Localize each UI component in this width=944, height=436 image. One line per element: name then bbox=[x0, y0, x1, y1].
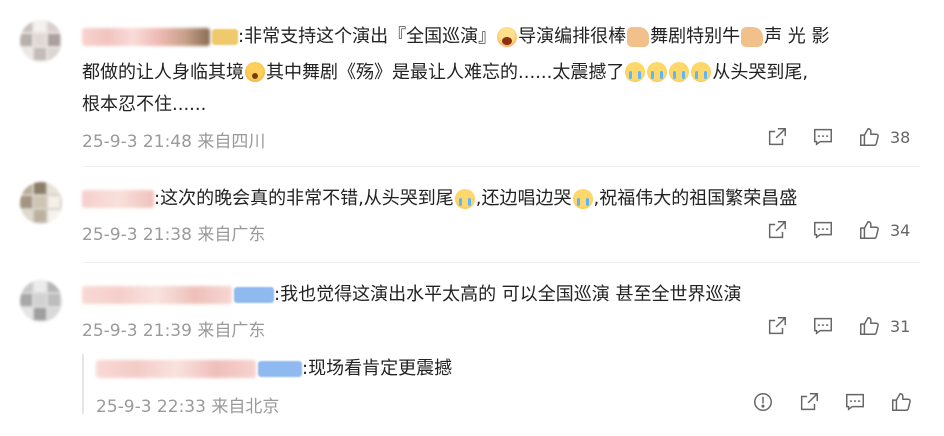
user-badge bbox=[234, 287, 274, 303]
comment-text: ,还边唱边哭 bbox=[475, 188, 572, 209]
astonished-face-emoji bbox=[245, 62, 265, 82]
report-icon[interactable] bbox=[750, 389, 776, 415]
crying-face-emoji bbox=[572, 189, 593, 209]
like-icon[interactable] bbox=[856, 313, 882, 339]
crying-face-emoji bbox=[691, 62, 712, 82]
thumbs-up-emoji bbox=[741, 27, 764, 47]
comment-line-1: :非常支持这个演出『全国巡演』 导演编排很棒 舞剧特别牛 声 光 影 bbox=[82, 24, 830, 50]
share-icon[interactable] bbox=[764, 217, 790, 243]
crying-face-emoji bbox=[647, 62, 668, 82]
user-badge bbox=[258, 361, 302, 377]
comment-timestamp: 25-9-3 21:48 来自四川 bbox=[82, 132, 266, 152]
share-icon[interactable] bbox=[764, 124, 790, 150]
comment-line-3: 根本忍不住...... bbox=[82, 92, 206, 118]
comment-icon[interactable] bbox=[810, 313, 836, 339]
screaming-face-emoji bbox=[497, 27, 518, 47]
username-blurred[interactable] bbox=[82, 28, 210, 46]
share-icon[interactable] bbox=[764, 313, 790, 339]
comment-text: :这次的晚会真的非常不错,从头哭到尾 bbox=[154, 188, 454, 209]
comment-text: :非常支持这个演出『全国巡演』 bbox=[238, 26, 497, 47]
reply-line-1: :现场看肯定更震撼 bbox=[96, 356, 452, 382]
like-count: 31 bbox=[890, 316, 911, 336]
comment-text: 其中舞剧《殇》是最让人难忘的......太震撼了 bbox=[266, 62, 625, 83]
like-icon[interactable] bbox=[856, 217, 882, 243]
comment-icon[interactable] bbox=[842, 389, 868, 415]
username-blurred[interactable] bbox=[82, 190, 154, 208]
comment-timestamp: 25-9-3 21:38 来自广东 bbox=[82, 225, 266, 245]
crying-face-emoji bbox=[669, 62, 690, 82]
username-blurred[interactable] bbox=[96, 360, 256, 378]
reply-text: :现场看肯定更震撼 bbox=[302, 358, 453, 379]
crying-face-emoji bbox=[625, 62, 646, 82]
username-blurred[interactable] bbox=[82, 286, 232, 304]
comment-actions: 31 bbox=[744, 313, 910, 339]
like-icon[interactable] bbox=[888, 389, 914, 415]
share-icon[interactable] bbox=[796, 389, 822, 415]
comment-timestamp: 25-9-3 21:39 来自广东 bbox=[82, 321, 266, 341]
comment-text: 根本忍不住...... bbox=[82, 94, 207, 115]
comment-actions: 38 bbox=[744, 124, 910, 150]
comment-text: 从头哭到尾, bbox=[712, 62, 809, 83]
comment-icon[interactable] bbox=[810, 217, 836, 243]
comment-line-1: :这次的晚会真的非常不错,从头哭到尾 ,还边唱边哭 ,祝福伟大的祖国繁荣昌盛 bbox=[82, 186, 797, 212]
divider bbox=[82, 262, 920, 263]
avatar[interactable] bbox=[20, 20, 62, 62]
comment-text: ,祝福伟大的祖国繁荣昌盛 bbox=[593, 188, 798, 209]
comment-text: 导演编排很棒 bbox=[518, 26, 627, 47]
crying-face-emoji bbox=[454, 189, 475, 209]
like-count: 38 bbox=[890, 127, 911, 147]
comment-icon[interactable] bbox=[810, 124, 836, 150]
reply-timestamp: 25-9-3 22:33 来自北京 bbox=[96, 397, 280, 417]
divider bbox=[82, 166, 920, 167]
reply-actions bbox=[730, 389, 914, 415]
comment-line-2: 都做的让人身临其境 其中舞剧《殇》是最让人难忘的......太震撼了 从头哭到尾, bbox=[82, 60, 808, 86]
thumbs-up-emoji bbox=[627, 27, 650, 47]
avatar[interactable] bbox=[20, 280, 62, 322]
avatar[interactable] bbox=[20, 182, 62, 224]
reply-thread-line bbox=[82, 354, 84, 414]
comment-text: 都做的让人身临其境 bbox=[82, 62, 244, 83]
comment-actions: 34 bbox=[744, 217, 910, 243]
like-count: 34 bbox=[890, 220, 911, 240]
comment-line-1: :我也觉得这演出水平太高的 可以全国巡演 甚至全世界巡演 bbox=[82, 282, 742, 308]
user-badge bbox=[212, 29, 238, 45]
comment-text: 声 光 影 bbox=[764, 26, 830, 47]
like-icon[interactable] bbox=[856, 124, 882, 150]
comment-text: 舞剧特别牛 bbox=[650, 26, 741, 47]
comment-text: :我也觉得这演出水平太高的 可以全国巡演 甚至全世界巡演 bbox=[274, 284, 742, 305]
